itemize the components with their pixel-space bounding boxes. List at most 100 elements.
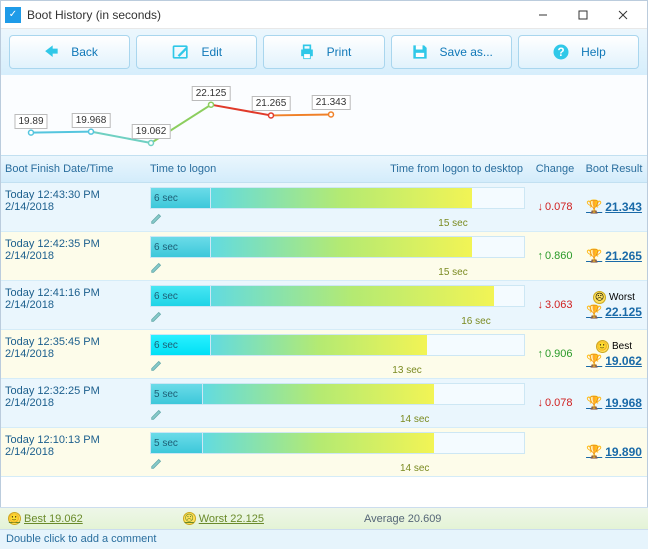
saveas-label: Save as... [440, 45, 493, 59]
result-link[interactable]: 🏆21.265 [586, 248, 642, 264]
change-value: 0.078 [545, 201, 573, 213]
comment-edit-icon[interactable] [150, 211, 164, 225]
desktop-time-label: 15 sec [438, 267, 467, 278]
bar-segment-logon: 6 sec [151, 286, 211, 306]
result-link[interactable]: 🏆19.968 [586, 395, 642, 411]
desktop-time-label: 16 sec [461, 316, 490, 327]
print-label: Print [327, 45, 352, 59]
table-body: Today 12:43:30 PM 2/14/20186 sec15 sec↓0… [1, 183, 647, 477]
summary-average: Average 20.609 [364, 513, 441, 525]
change-value: 3.063 [545, 299, 573, 311]
table-row[interactable]: Today 12:10:13 PM 2/14/20185 sec14 sec🏆1… [1, 428, 647, 477]
row-result: 🏆21.265 [581, 232, 647, 280]
row-result: 🏆19.968 [581, 379, 647, 427]
result-link[interactable]: 🏆19.890 [586, 444, 642, 460]
col-header-result[interactable]: Boot Result [581, 163, 647, 175]
desktop-time-label: 14 sec [400, 463, 429, 474]
col-header-desktop[interactable]: Time from logon to desktop [216, 163, 529, 175]
bar-segment-desktop [203, 384, 434, 404]
window-title: Boot History (in seconds) [27, 8, 523, 22]
result-value: 21.265 [605, 249, 642, 263]
comment-edit-icon[interactable] [150, 309, 164, 323]
desktop-time-label: 14 sec [400, 414, 429, 425]
chart-point-label: 21.265 [252, 96, 291, 111]
bar-segment-logon: 6 sec [151, 237, 211, 257]
table-row[interactable]: Today 12:43:30 PM 2/14/20186 sec15 sec↓0… [1, 183, 647, 232]
chart-point-label: 19.968 [72, 113, 111, 128]
row-bar-cell: 5 sec14 sec [146, 379, 529, 427]
boot-time-bar: 6 sec [150, 334, 525, 356]
chart-point-label: 22.125 [192, 86, 231, 101]
row-change: ↑0.906 [529, 330, 581, 378]
result-badge: ☹Worst [593, 291, 635, 304]
print-button[interactable]: Print [263, 35, 384, 69]
summary-best-link[interactable]: 🙂Best 19.062 [8, 512, 83, 525]
pencil-icon [171, 42, 191, 62]
maximize-button[interactable] [563, 2, 603, 28]
close-button[interactable] [603, 2, 643, 28]
bar-segment-desktop [211, 188, 472, 208]
row-change: ↓0.078 [529, 379, 581, 427]
result-value: 19.890 [605, 445, 642, 459]
back-button[interactable]: Back [9, 35, 130, 69]
app-icon: ✓ [5, 7, 21, 23]
bar-segment-desktop [203, 433, 434, 453]
row-date: Today 12:41:16 PM 2/14/2018 [1, 281, 146, 329]
saveas-button[interactable]: Save as... [391, 35, 512, 69]
row-date: Today 12:35:45 PM 2/14/2018 [1, 330, 146, 378]
minimize-button[interactable] [523, 2, 563, 28]
table-row[interactable]: Today 12:32:25 PM 2/14/20185 sec14 sec↓0… [1, 379, 647, 428]
bar-segment-desktop [211, 286, 494, 306]
table-row[interactable]: Today 12:42:35 PM 2/14/20186 sec15 sec↑0… [1, 232, 647, 281]
table-row[interactable]: Today 12:41:16 PM 2/14/20186 sec 16 sec ↓3… [1, 281, 647, 330]
row-bar-cell: 6 sec 15 sec [146, 232, 529, 280]
sad-face-icon: ☹ [183, 512, 196, 525]
row-result: 🏆19.890 [581, 428, 647, 476]
col-header-date[interactable]: Boot Finish Date/Time [1, 163, 146, 175]
change-value: 0.078 [545, 397, 573, 409]
badge-text: Best [612, 341, 632, 352]
row-date: Today 12:43:30 PM 2/14/2018 [1, 183, 146, 231]
chart-point-label: 21.343 [312, 95, 351, 110]
edit-button[interactable]: Edit [136, 35, 257, 69]
summary-worst-link[interactable]: ☹Worst 22.125 [183, 512, 264, 525]
bar-segment-desktop [211, 335, 427, 355]
arrow-up-icon: ↑ [537, 348, 543, 360]
row-change: ↓3.063 [529, 281, 581, 329]
arrow-down-icon: ↓ [537, 201, 543, 213]
help-button[interactable]: ? Help [518, 35, 639, 69]
arrow-down-icon: ↓ [537, 299, 543, 311]
col-header-logon[interactable]: Time to logon [146, 163, 216, 175]
change-value: 0.860 [545, 250, 573, 262]
help-label: Help [581, 45, 606, 59]
row-result: ☹Worst🏆22.125 [581, 281, 647, 329]
desktop-time-label: 13 sec [392, 365, 421, 376]
row-result: 🙂Best🏆19.062 [581, 330, 647, 378]
result-link[interactable]: 🏆21.343 [586, 199, 642, 215]
table-row[interactable]: Today 12:35:45 PM 2/14/20186 sec 13 sec ↑0… [1, 330, 647, 379]
comment-edit-icon[interactable] [150, 456, 164, 470]
row-result: 🏆21.343 [581, 183, 647, 231]
arrow-up-icon: ↑ [537, 250, 543, 262]
result-value: 22.125 [605, 305, 642, 319]
result-link[interactable]: 🏆22.125 [586, 304, 642, 320]
row-change: ↓0.078 [529, 183, 581, 231]
result-link[interactable]: 🏆19.062 [586, 353, 642, 369]
comment-edit-icon[interactable] [150, 260, 164, 274]
svg-text:?: ? [558, 46, 565, 59]
happy-face-icon: 🙂 [8, 512, 21, 525]
bar-segment-logon: 6 sec [151, 335, 211, 355]
toolbar: Back Edit Print Save as... ? Help [1, 29, 647, 75]
titlebar: ✓ Boot History (in seconds) [1, 1, 647, 29]
comment-edit-icon[interactable] [150, 407, 164, 421]
sad-face-icon: ☹ [593, 291, 606, 304]
badge-text: Worst [609, 292, 635, 303]
col-header-change[interactable]: Change [529, 163, 581, 175]
summary-best-text: Best 19.062 [24, 513, 83, 525]
footer: 🙂Best 19.062 ☹Worst 22.125 Average 20.60… [0, 507, 648, 549]
comment-edit-icon[interactable] [150, 358, 164, 372]
back-label: Back [71, 45, 98, 59]
edit-label: Edit [201, 45, 222, 59]
change-value: 0.906 [545, 348, 573, 360]
row-bar-cell: 5 sec14 sec [146, 428, 529, 476]
